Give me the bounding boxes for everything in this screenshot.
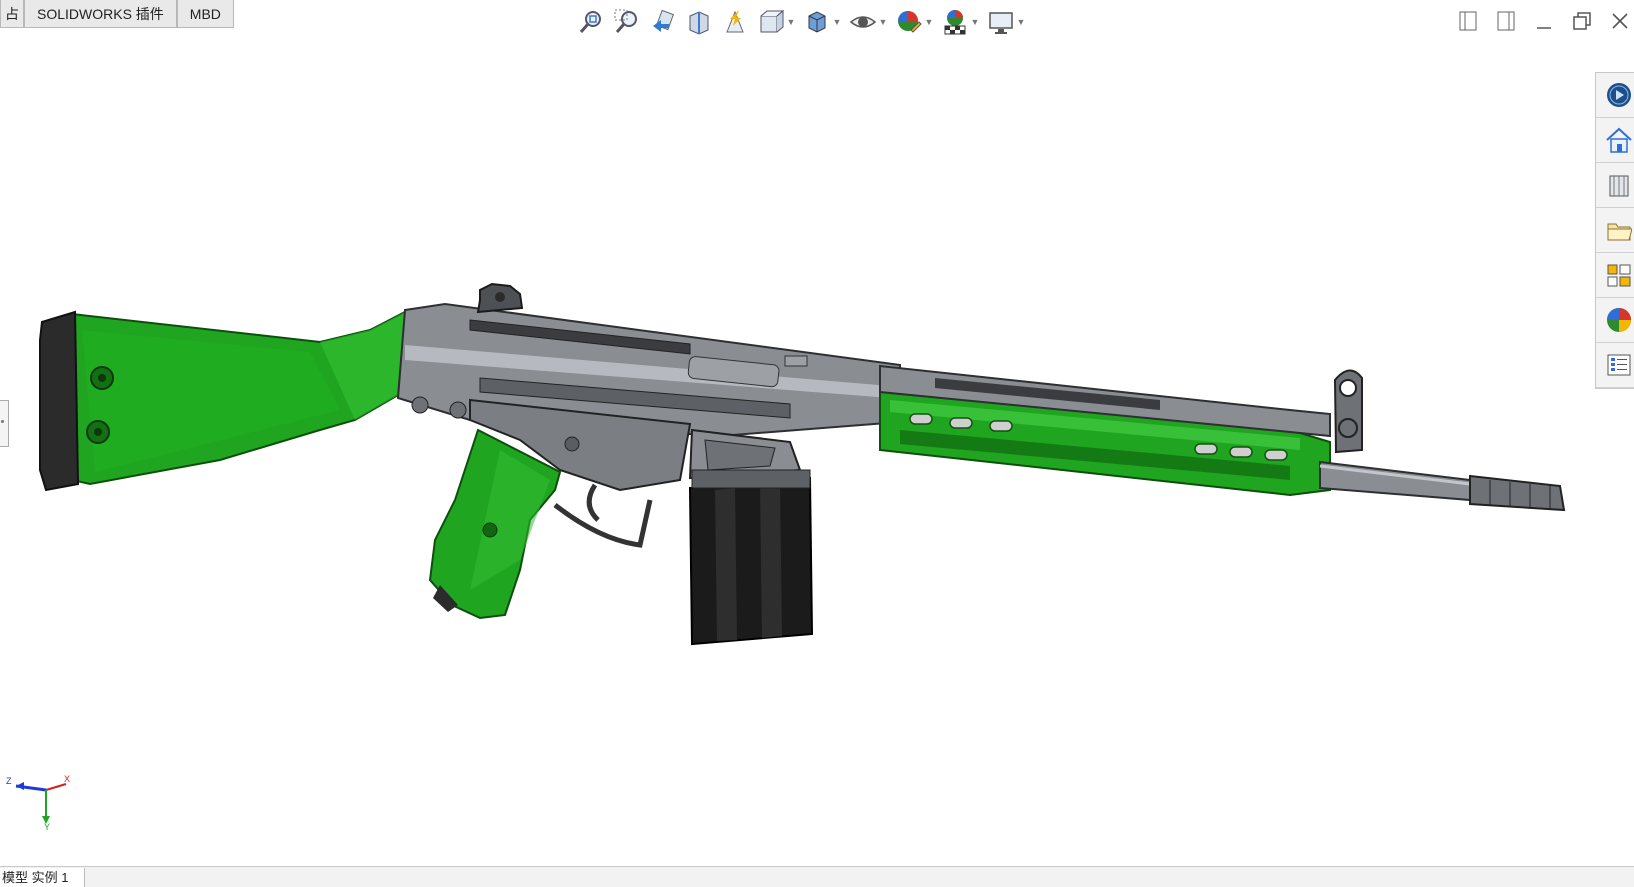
home-icon[interactable] (1596, 118, 1634, 163)
tab-mbd[interactable]: MBD (176, 0, 234, 28)
restore-icon[interactable] (1568, 8, 1596, 34)
tab-model-instance[interactable]: 模型 实例 1 (0, 868, 86, 887)
solidworks-resources-icon[interactable] (1596, 73, 1634, 118)
tile-right-icon[interactable] (1492, 8, 1520, 34)
graphics-area[interactable] (0, 34, 1590, 844)
minimize-icon[interactable] (1530, 8, 1558, 34)
design-library-icon[interactable] (1596, 163, 1634, 208)
custom-properties-icon[interactable] (1596, 343, 1634, 388)
view-palette-icon[interactable] (1596, 253, 1634, 298)
task-pane-tabs (1595, 72, 1634, 389)
tab-partial[interactable]: 占 (0, 0, 24, 28)
bottom-tab-bar: 模型 实例 1 (0, 866, 1634, 887)
tab-solidworks-addins[interactable]: SOLIDWORKS 插件 (24, 0, 177, 28)
window-controls (1454, 8, 1634, 34)
tile-left-icon[interactable] (1454, 8, 1482, 34)
rifle-model (39, 282, 1566, 646)
file-explorer-icon[interactable] (1596, 208, 1634, 253)
triad-x-label: X (64, 774, 70, 784)
magazine (688, 476, 814, 646)
orientation-triad: X Z Y (4, 770, 74, 832)
buttplate (39, 310, 80, 492)
trigger-guard (553, 499, 653, 548)
triad-z-label: Z (6, 776, 12, 786)
close-icon[interactable] (1606, 8, 1634, 34)
triad-y-label: Y (44, 822, 50, 830)
command-manager-tabs: 占 SOLIDWORKS 插件 MBD (0, 0, 234, 30)
appearances-icon[interactable] (1596, 298, 1634, 343)
